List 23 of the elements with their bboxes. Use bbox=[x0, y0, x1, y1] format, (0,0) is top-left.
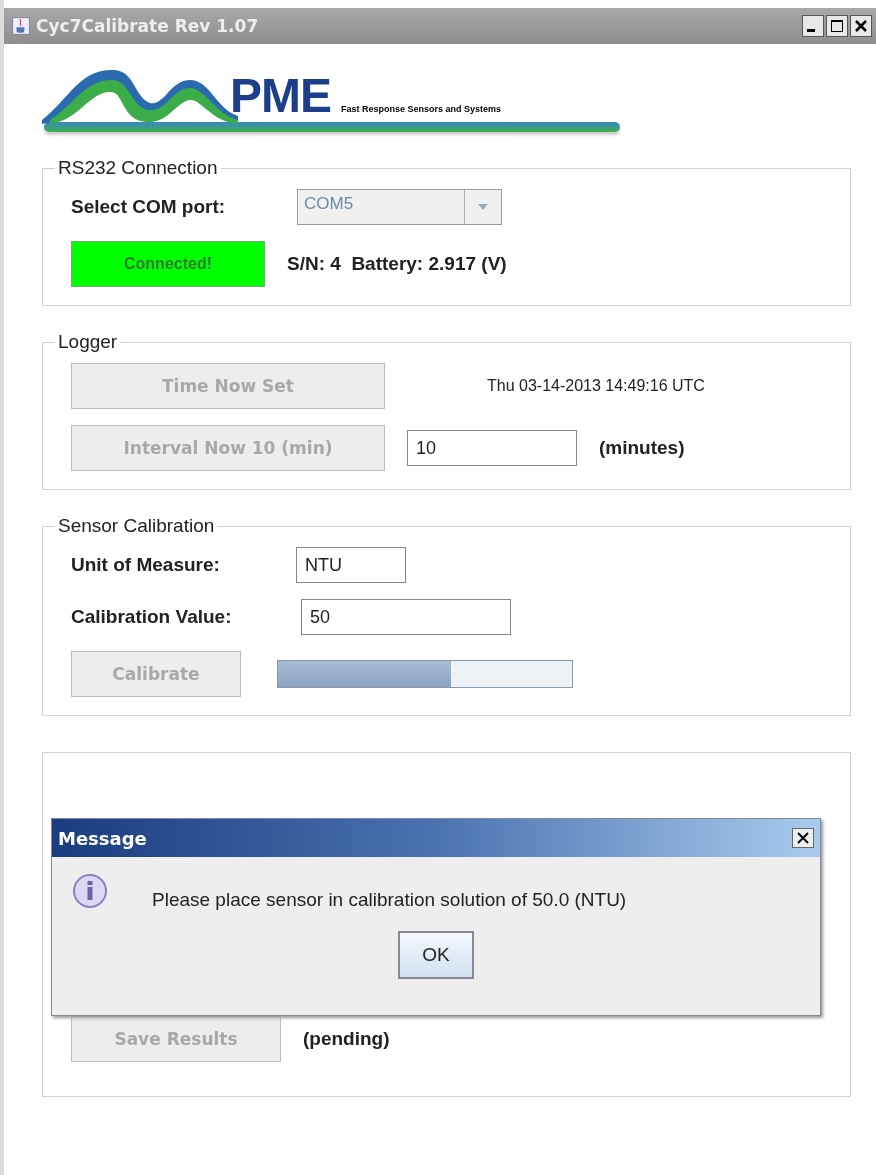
close-icon[interactable] bbox=[850, 15, 872, 37]
maximize-icon[interactable] bbox=[826, 15, 848, 37]
calibration-value-label: Calibration Value: bbox=[71, 606, 233, 628]
window-title: Cyc7Calibrate Rev 1.07 bbox=[36, 16, 259, 36]
logger-time: Thu 03-14-2013 14:49:16 UTC bbox=[487, 377, 705, 395]
dialog-message: Please place sensor in calibration solution of 50.0 (NTU) bbox=[152, 889, 627, 911]
dropdown-arrow-icon bbox=[477, 203, 489, 211]
tagline: Fast Response Sensors and Systems bbox=[341, 104, 502, 114]
ok-button[interactable]: OK bbox=[398, 931, 474, 979]
unit-field[interactable]: NTU bbox=[296, 547, 406, 583]
close-icon[interactable] bbox=[792, 828, 814, 848]
unit-label: Unit of Measure: bbox=[71, 554, 221, 576]
brand-name: PME bbox=[230, 72, 331, 120]
minimize-icon[interactable] bbox=[802, 15, 824, 37]
results-status: (pending) bbox=[303, 1028, 390, 1050]
calibration-value-field[interactable]: 50 bbox=[301, 599, 511, 635]
interval-unit: (minutes) bbox=[599, 437, 685, 459]
info-icon bbox=[72, 873, 108, 909]
coffee-cup-icon bbox=[12, 17, 30, 35]
interval-field[interactable]: 10 bbox=[407, 430, 577, 466]
com-port-label: Select COM port: bbox=[71, 196, 227, 218]
device-status: S/N: 4 Battery: 2.917 (V) bbox=[287, 253, 507, 275]
dialog-title: Message bbox=[58, 827, 147, 849]
